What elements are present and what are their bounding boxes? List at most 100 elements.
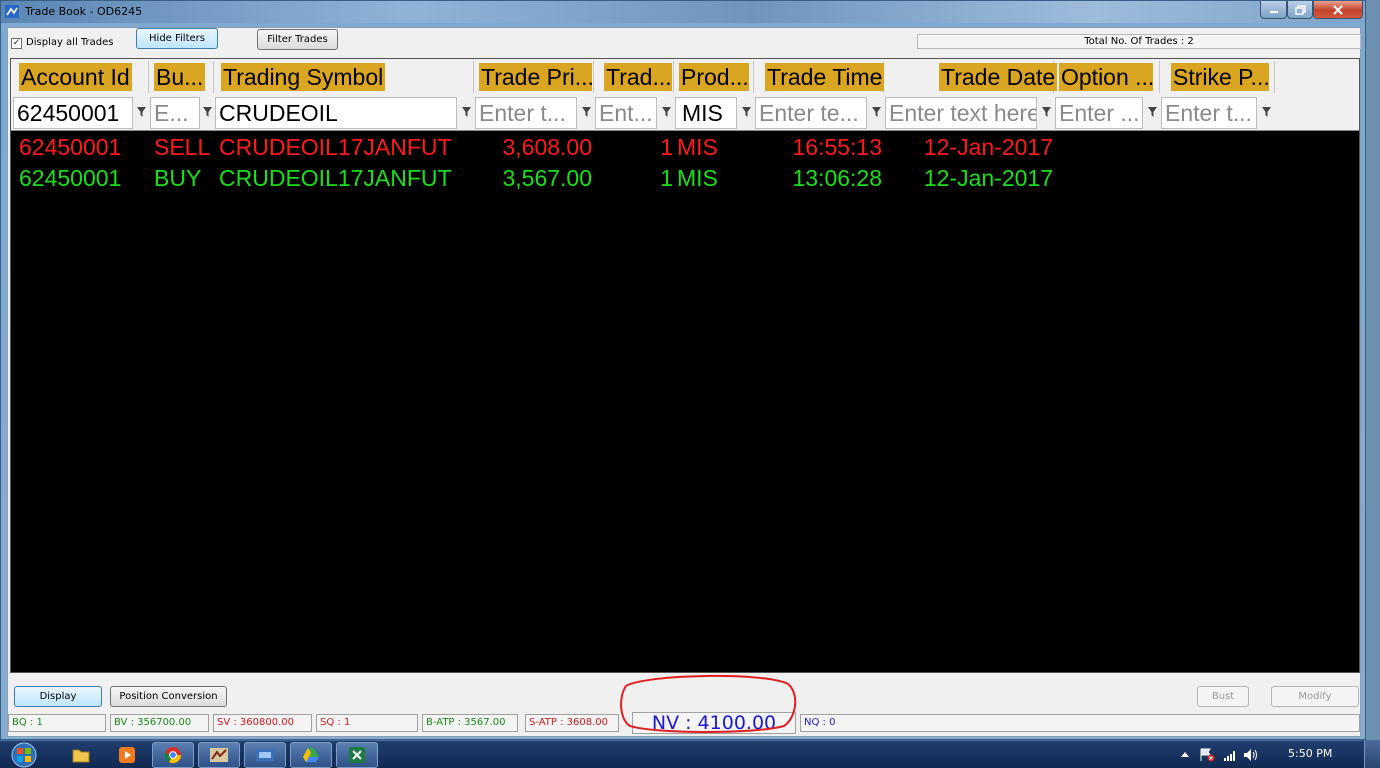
filter-funnel-icon[interactable]: [742, 107, 751, 117]
trading-terminal-icon: [210, 748, 228, 762]
show-desktop-button[interactable]: [1364, 741, 1380, 768]
media-player-icon: [119, 747, 135, 763]
nv-highlight-annotation: [620, 674, 797, 733]
display-all-trades-label: Display all Trades: [26, 37, 114, 48]
minimize-icon: [1269, 10, 1278, 13]
filter-funnel-icon[interactable]: [203, 107, 212, 117]
remote-app-icon: [256, 749, 274, 761]
taskbar-remote-app[interactable]: [244, 742, 286, 768]
column-header-label: Trade Time: [765, 63, 885, 91]
filter-input-buy-sell[interactable]: E...: [150, 97, 200, 129]
volume-icon[interactable]: [1243, 748, 1259, 762]
status-buy-atp: B-ATP : 3567.00: [422, 714, 518, 732]
column-header-label: Trading Symbol: [221, 63, 386, 91]
modify-button[interactable]: Modify: [1271, 686, 1359, 707]
status-sell-atp: S-ATP : 3608.00: [525, 714, 619, 732]
network-signal-icon[interactable]: [1223, 748, 1237, 762]
taskbar-explorer[interactable]: [60, 742, 102, 768]
trade-grid: Account Id Bu... Trading Symbol Trade Pr…: [10, 58, 1360, 673]
filter-input-trade-price[interactable]: Enter t...: [475, 97, 577, 129]
column-header-trade-time[interactable]: Trade Time: [755, 61, 885, 93]
table-row[interactable]: 62450001 BUY CRUDEOIL17JANFUT 3,567.00 1…: [11, 163, 1359, 193]
chrome-icon: [164, 747, 182, 764]
filter-input-trade-time[interactable]: Enter te...: [755, 97, 867, 129]
cell-buy-sell: SELL: [154, 134, 211, 160]
cell-trade-time: 13:06:28: [792, 165, 882, 191]
cell-buy-sell: BUY: [154, 165, 202, 191]
filter-input-option-type[interactable]: Enter ...: [1055, 97, 1143, 129]
grid-filter-row: 62450001 E... CRUDEOIL Enter t... Ent...…: [11, 95, 1359, 131]
bust-button[interactable]: Bust: [1197, 686, 1249, 707]
column-header-buy-sell[interactable]: Bu...: [150, 61, 214, 93]
display-button[interactable]: Display: [14, 686, 102, 707]
cell-trade-time: 16:55:13: [792, 134, 882, 160]
column-header-label: Strike P...: [1171, 63, 1269, 91]
cell-account-id: 62450001: [19, 165, 122, 191]
show-hidden-icons-icon[interactable]: [1181, 751, 1189, 757]
status-buy-qty: BQ : 1: [8, 714, 106, 732]
filter-funnel-icon[interactable]: [872, 107, 881, 117]
windows-taskbar: 5:50 PM: [0, 740, 1380, 768]
grid-header-row: Account Id Bu... Trading Symbol Trade Pr…: [11, 59, 1359, 95]
display-all-trades-checkbox[interactable]: ✓: [11, 38, 22, 49]
column-header-label: Prod...: [679, 63, 749, 91]
column-header-trade-date[interactable]: Trade Date: [885, 61, 1058, 93]
app-icon: [5, 5, 19, 18]
filter-input-trading-symbol[interactable]: CRUDEOIL: [215, 97, 457, 129]
filter-trades-button[interactable]: Filter Trades: [257, 29, 338, 50]
hide-filters-button[interactable]: Hide Filters: [136, 28, 218, 49]
restore-icon: [1294, 4, 1306, 15]
close-button[interactable]: [1313, 1, 1363, 19]
cell-product: MIS: [677, 134, 718, 160]
column-header-account-id[interactable]: Account Id: [11, 61, 149, 93]
close-icon: [1333, 4, 1343, 15]
title-bar[interactable]: Trade Book - OD6245: [1, 1, 1365, 23]
filter-funnel-icon[interactable]: [137, 107, 146, 117]
filter-funnel-icon[interactable]: [1148, 107, 1157, 117]
status-buy-value: BV : 356700.00: [110, 714, 209, 732]
column-header-label: Trade Pri...: [479, 63, 592, 91]
table-row[interactable]: 62450001 SELL CRUDEOIL17JANFUT 3,608.00 …: [11, 132, 1359, 162]
filter-input-strike-price[interactable]: Enter t...: [1161, 97, 1257, 129]
column-header-label: Bu...: [154, 63, 206, 91]
taskbar-drive-app[interactable]: [290, 742, 332, 768]
trade-book-client-area: ✓ Display all Trades Hide Filters Filter…: [7, 27, 1361, 737]
filter-funnel-icon[interactable]: [662, 107, 671, 117]
maximize-button[interactable]: [1287, 1, 1313, 19]
status-net-qty: NQ : 0: [800, 714, 1360, 732]
cell-trade-price: 3,567.00: [502, 165, 592, 191]
drive-icon: [303, 748, 319, 762]
column-header-trade-price[interactable]: Trade Pri...: [475, 61, 594, 93]
cell-product: MIS: [677, 165, 718, 191]
cell-trade-qty: 1: [660, 134, 673, 160]
column-header-product[interactable]: Prod...: [675, 61, 754, 93]
trade-book-window: Trade Book - OD6245 ✓ Display all Trades…: [0, 0, 1366, 740]
taskbar-excel[interactable]: [336, 742, 378, 768]
filter-input-trade-date[interactable]: Enter text here: [885, 97, 1037, 129]
action-center-flag-icon[interactable]: [1199, 748, 1215, 762]
filter-funnel-icon[interactable]: [582, 107, 591, 117]
filter-funnel-icon[interactable]: [1262, 107, 1271, 117]
column-header-option-type[interactable]: Option ...: [1055, 61, 1160, 93]
filter-input-product[interactable]: MIS: [675, 97, 737, 129]
filter-funnel-icon[interactable]: [462, 107, 471, 117]
filter-funnel-icon[interactable]: [1042, 107, 1051, 117]
taskbar-clock[interactable]: 5:50 PM: [1288, 747, 1332, 760]
start-button-icon[interactable]: [6, 742, 42, 768]
minimize-button[interactable]: [1260, 1, 1287, 19]
column-header-trading-symbol[interactable]: Trading Symbol: [215, 61, 474, 93]
status-sell-qty: SQ : 1: [316, 714, 418, 732]
column-header-trade-qty[interactable]: Trad...: [595, 61, 674, 93]
excel-icon: [349, 747, 365, 763]
position-conversion-button[interactable]: Position Conversion: [110, 686, 227, 707]
taskbar-trading-terminal[interactable]: [198, 742, 240, 768]
cell-trade-date: 12-Jan-2017: [923, 134, 1053, 160]
filter-input-trade-qty[interactable]: Ent...: [595, 97, 657, 129]
taskbar-media-player[interactable]: [106, 742, 148, 768]
taskbar-chrome[interactable]: [152, 742, 194, 768]
column-header-strike-price[interactable]: Strike P...: [1161, 61, 1275, 93]
filter-input-account-id[interactable]: 62450001: [13, 97, 133, 129]
column-header-label: Option ...: [1059, 63, 1153, 91]
window-title: Trade Book - OD6245: [25, 5, 143, 18]
cell-trade-qty: 1: [660, 165, 673, 191]
